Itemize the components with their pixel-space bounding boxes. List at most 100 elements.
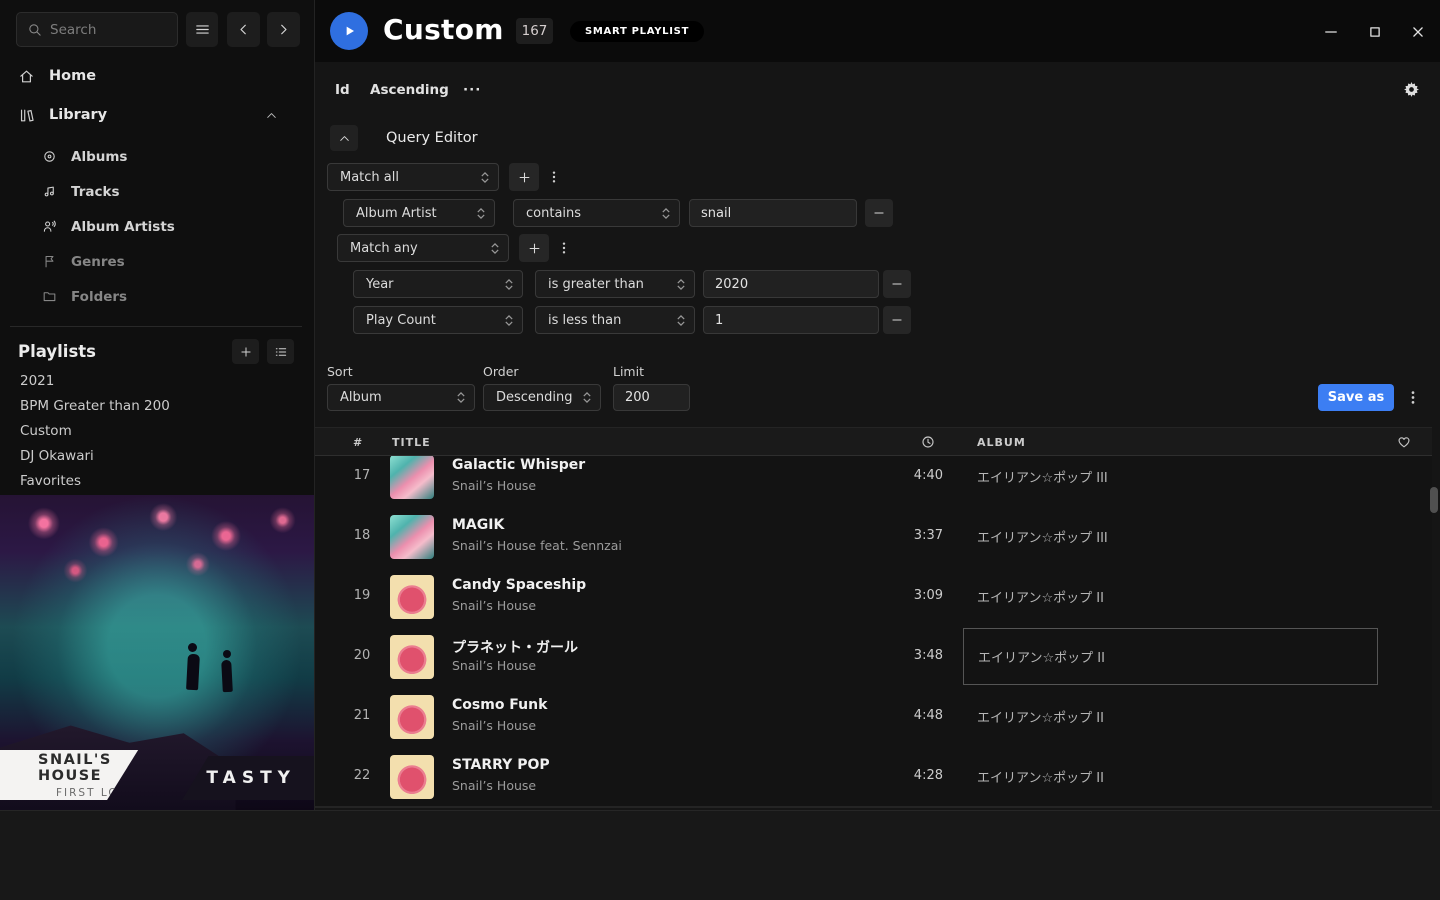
album-cell[interactable]: エイリアン☆ポップ II — [963, 688, 1378, 745]
playlist-item[interactable]: BPM Greater than 200 — [0, 393, 314, 418]
sidebar-menu-button[interactable] — [186, 12, 218, 47]
remove-group-rule-button[interactable] — [883, 306, 911, 334]
column-header-album[interactable]: ALBUM — [977, 436, 1026, 449]
vertical-scrollbar-thumb[interactable] — [1430, 487, 1438, 513]
column-header-title[interactable]: TITLE — [392, 436, 431, 449]
group-rule-value-input[interactable]: 1 — [703, 306, 879, 334]
window-close-button[interactable] — [1409, 23, 1427, 41]
list-more-options-button[interactable]: ··· — [463, 82, 481, 98]
window-minimize-button[interactable] — [1322, 23, 1340, 41]
save-options-button[interactable] — [1404, 384, 1422, 411]
track-artist[interactable]: Snail’s House — [452, 658, 536, 673]
clock-icon[interactable] — [920, 434, 936, 450]
album-cell[interactable]: エイリアン☆ポップ II — [963, 748, 1378, 805]
album-cell[interactable]: エイリアン☆ポップ III — [963, 456, 1378, 505]
track-album[interactable]: エイリアン☆ポップ III — [977, 527, 1108, 546]
column-header-index[interactable]: # — [353, 436, 363, 449]
rule-value-input[interactable]: snail — [689, 199, 857, 227]
track-artist[interactable]: Snail’s House feat. Sennzai — [452, 538, 622, 553]
track-title[interactable]: Cosmo Funk — [452, 697, 547, 713]
play-playlist-button[interactable] — [330, 12, 368, 50]
remove-group-rule-button[interactable] — [883, 270, 911, 298]
select-chevrons-icon — [583, 392, 591, 403]
track-row[interactable]: 20 プラネット・ガール Snail’s House 3:48 エイリアン☆ポッ… — [315, 627, 1432, 687]
match-all-select[interactable]: Match all — [327, 163, 499, 191]
nav-back-button[interactable] — [227, 12, 260, 47]
sort-value: Album — [340, 390, 382, 405]
limit-label: Limit — [613, 364, 644, 379]
window-maximize-button[interactable] — [1366, 23, 1384, 41]
sort-select[interactable]: Album — [327, 384, 475, 411]
album-cell[interactable]: エイリアン☆ポップ II — [963, 628, 1378, 685]
track-album[interactable]: エイリアン☆ポップ III — [977, 467, 1108, 486]
heart-icon[interactable] — [1396, 434, 1412, 450]
track-album[interactable]: エイリアン☆ポップ II — [977, 587, 1104, 606]
sidebar-library-item[interactable]: Albums — [0, 139, 314, 174]
rule-field-value: Album Artist — [356, 206, 437, 221]
track-album[interactable]: エイリアン☆ポップ II — [977, 767, 1104, 786]
track-row[interactable]: 22 STARRY POP Snail’s House 4:28 エイリアン☆ポ… — [315, 747, 1432, 806]
track-artist[interactable]: Snail’s House — [452, 718, 536, 733]
add-rule-button[interactable] — [509, 163, 539, 191]
sidebar-library-item[interactable]: Folders — [0, 279, 314, 314]
match-any-select[interactable]: Match any — [337, 234, 509, 262]
track-number: 22 — [345, 768, 379, 783]
track-title[interactable]: Galactic Whisper — [452, 457, 585, 473]
remove-rule-button[interactable] — [865, 199, 893, 227]
group-rule-field-select[interactable]: Year — [353, 270, 523, 298]
chevron-up-icon[interactable] — [265, 109, 278, 122]
track-title[interactable]: プラネット・ガール — [452, 637, 578, 657]
search-input[interactable] — [50, 22, 160, 38]
playlist-view-button[interactable] — [267, 339, 294, 364]
sidebar-library-item[interactable]: Tracks — [0, 174, 314, 209]
rule-group-options-button[interactable] — [546, 163, 562, 191]
track-row[interactable]: 18 MAGIK Snail’s House feat. Sennzai 3:3… — [315, 507, 1432, 567]
sidebar: Home Library Albums Tracks Album Artists… — [0, 0, 315, 810]
track-row[interactable]: 21 Cosmo Funk Snail’s House 4:48 エイリアン☆ポ… — [315, 687, 1432, 747]
track-title[interactable]: MAGIK — [452, 517, 504, 533]
player-bar: First Love Snail’s House First Love 0:00… — [0, 810, 1440, 900]
group-rule-value-input[interactable]: 2020 — [703, 270, 879, 298]
list-sort-field-button[interactable]: Id — [335, 82, 350, 98]
rule-field-select[interactable]: Album Artist — [343, 199, 495, 227]
track-artist[interactable]: Snail’s House — [452, 778, 536, 793]
order-value: Descending — [496, 390, 573, 405]
sidebar-library-item[interactable]: Genres — [0, 244, 314, 279]
track-title[interactable]: Candy Spaceship — [452, 577, 586, 593]
album-cell[interactable]: エイリアン☆ポップ II — [963, 568, 1378, 625]
sidebar-item-library[interactable]: Library — [0, 100, 314, 130]
artist-icon — [42, 219, 57, 234]
group-rule-operator-select[interactable]: is greater than — [535, 270, 695, 298]
limit-input[interactable]: 200 — [613, 384, 690, 411]
playlist-item[interactable]: 2021 — [0, 368, 314, 393]
track-thumb — [390, 695, 434, 739]
playlist-item[interactable]: Custom — [0, 418, 314, 443]
list-sort-direction-button[interactable]: Ascending — [370, 82, 449, 98]
track-row[interactable]: 19 Candy Spaceship Snail’s House 3:09 エイ… — [315, 567, 1432, 627]
query-editor-collapse-button[interactable] — [330, 125, 358, 151]
group-rule-operator-select[interactable]: is less than — [535, 306, 695, 334]
track-artist[interactable]: Snail’s House — [452, 598, 536, 613]
track-album[interactable]: エイリアン☆ポップ II — [978, 647, 1105, 666]
track-row[interactable]: 17 Galactic Whisper Snail’s House 4:40 エ… — [315, 456, 1432, 507]
sidebar-item-home[interactable]: Home — [0, 61, 314, 91]
now-playing-artwork[interactable]: SNAIL'S HOUSE FIRST LOVE TASTY — [0, 495, 314, 810]
search-input-wrapper[interactable] — [16, 12, 178, 47]
playlist-item[interactable]: DJ Okawari — [0, 443, 314, 468]
order-select[interactable]: Descending — [483, 384, 601, 411]
nav-forward-button[interactable] — [267, 12, 300, 47]
track-artist[interactable]: Snail’s House — [452, 478, 536, 493]
add-playlist-button[interactable] — [232, 339, 259, 364]
rule-operator-select[interactable]: contains — [513, 199, 680, 227]
group-options-button[interactable] — [556, 234, 572, 262]
sidebar-library-item[interactable]: Album Artists — [0, 209, 314, 244]
track-title[interactable]: STARRY POP — [452, 757, 550, 773]
playlist-item[interactable]: Favorites — [0, 468, 314, 493]
album-cell[interactable]: エイリアン☆ポップ III — [963, 508, 1378, 565]
select-chevrons-icon — [491, 243, 499, 254]
save-as-button[interactable]: Save as — [1318, 384, 1394, 411]
track-album[interactable]: エイリアン☆ポップ II — [977, 707, 1104, 726]
group-rule-field-select[interactable]: Play Count — [353, 306, 523, 334]
gear-icon[interactable] — [1402, 80, 1421, 99]
add-group-rule-button[interactable] — [519, 234, 549, 262]
